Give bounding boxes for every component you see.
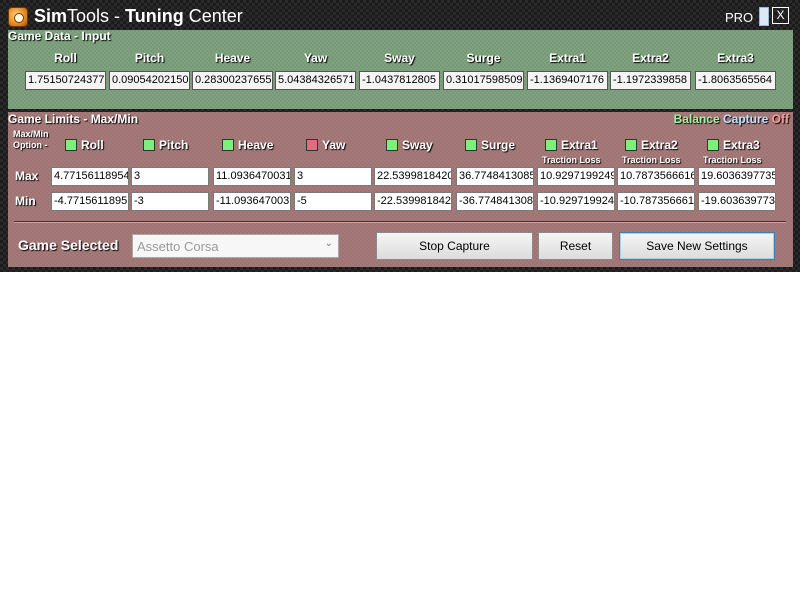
option-checkbox-yaw[interactable] [306, 139, 318, 151]
input-value-roll: 1.75150724377 [25, 71, 106, 90]
option-checkbox-pitch[interactable] [143, 139, 155, 151]
window-title: SimTools - Tuning Center [34, 6, 243, 27]
max-field-extra3[interactable]: 19.6036397735 [698, 167, 776, 186]
option-checkbox-extra3[interactable] [707, 139, 719, 151]
input-value-surge: 0.31017598509 [443, 71, 524, 90]
max-field-extra2[interactable]: 10.7873566616 [617, 167, 695, 186]
input-value-sway: -1.0437812805 [359, 71, 440, 90]
title-tools: Tools - [67, 6, 126, 26]
balance-word: Balance [673, 112, 720, 126]
off-word: Off [771, 112, 789, 126]
max-field-roll[interactable]: 4.77156118954 [51, 167, 129, 186]
input-value-heave: 0.28300237655 [192, 71, 273, 90]
option-label-extra3: Extra3 [723, 138, 760, 152]
traction-loss-label-extra2: Traction Loss [622, 155, 681, 165]
max-field-heave[interactable]: 11.0936470031 [213, 167, 291, 186]
input-value-yaw: 5.04384326571 [275, 71, 356, 90]
input-section-title: Game Data - Input [8, 29, 111, 43]
option-checkbox-surge[interactable] [465, 139, 477, 151]
input-header-heave: Heave [214, 51, 251, 65]
option-label-sway: Sway [402, 138, 433, 152]
save-new-settings-button[interactable]: Save New Settings [619, 232, 775, 260]
option-checkbox-extra1[interactable] [545, 139, 557, 151]
game-select-dropdown[interactable]: Assetto Corsa ⌄ [132, 234, 339, 258]
input-value-extra1: -1.1369407176 [527, 71, 608, 90]
option-label-extra1: Extra1 [561, 138, 598, 152]
game-selected-label: Game Selected [18, 237, 119, 253]
option-label-yaw: Yaw [322, 138, 346, 152]
traction-loss-label-extra3: Traction Loss [703, 155, 762, 165]
input-value-pitch: 0.09054202150 [109, 71, 190, 90]
title-bar: SimTools - Tuning Center PRO X [0, 0, 800, 33]
pro-label: PRO [725, 10, 754, 25]
limits-section-title: Game Limits - Max/Min [8, 112, 139, 126]
max-field-extra1[interactable]: 10.9297199249 [537, 167, 615, 186]
max-field-surge[interactable]: 36.7748413085 [456, 167, 534, 186]
balance-capture-status[interactable]: Balance Capture Off [674, 112, 789, 126]
option-checkbox-sway[interactable] [386, 139, 398, 151]
input-header-pitch: Pitch [134, 51, 165, 65]
input-header-yaw: Yaw [303, 51, 328, 65]
input-header-roll: Roll [54, 51, 77, 65]
min-field-extra3[interactable]: -19.603639773 [698, 192, 776, 211]
close-button[interactable]: X [772, 7, 789, 24]
option-label-line1: Max/Min [13, 129, 49, 139]
option-label-pitch: Pitch [159, 138, 189, 152]
tuning-center-window: SimTools - Tuning Center PRO X Game Data… [0, 0, 800, 272]
min-field-yaw[interactable]: -5 [294, 192, 372, 211]
capture-word: Capture [722, 112, 769, 126]
max-field-yaw[interactable]: 3 [294, 167, 372, 186]
input-value-extra2: -1.1972339858 [610, 71, 691, 90]
max-row-label: Max [15, 169, 39, 183]
panel-divider [14, 221, 786, 223]
input-header-extra3: Extra3 [717, 51, 754, 65]
option-label-extra2: Extra2 [641, 138, 678, 152]
min-field-heave[interactable]: -11.093647003 [213, 192, 291, 211]
max-field-pitch[interactable]: 3 [131, 167, 209, 186]
game-limits-panel: Game Limits - Max/Min Balance Capture Of… [8, 112, 793, 267]
input-value-extra3: -1.8063565564 [695, 71, 776, 90]
option-checkbox-heave[interactable] [222, 139, 234, 151]
pro-toggle[interactable] [759, 7, 769, 26]
input-header-surge: Surge [466, 51, 501, 65]
simtools-logo-icon [8, 7, 28, 27]
min-field-pitch[interactable]: -3 [131, 192, 209, 211]
option-label-line2: Option - [13, 140, 48, 150]
input-header-extra1: Extra1 [549, 51, 586, 65]
input-header-sway: Sway [384, 51, 415, 65]
title-tuning: Tuning [125, 6, 184, 26]
input-header-extra2: Extra2 [632, 51, 669, 65]
traction-loss-label-extra1: Traction Loss [542, 155, 601, 165]
reset-button[interactable]: Reset [538, 232, 613, 260]
min-field-extra1[interactable]: -10.929719924 [537, 192, 615, 211]
title-center: Center [183, 6, 243, 26]
option-label-roll: Roll [81, 138, 104, 152]
game-select-value: Assetto Corsa [137, 239, 219, 254]
stop-capture-button[interactable]: Stop Capture [376, 232, 533, 260]
option-checkbox-roll[interactable] [65, 139, 77, 151]
min-field-surge[interactable]: -36.774841308 [456, 192, 534, 211]
max-field-sway[interactable]: 22.5399818420 [374, 167, 452, 186]
min-row-label: Min [15, 194, 36, 208]
min-field-extra2[interactable]: -10.787356661 [617, 192, 695, 211]
game-data-input-panel: Game Data - Input Roll Pitch Heave Yaw S… [8, 29, 793, 109]
min-field-sway[interactable]: -22.539981842 [374, 192, 452, 211]
option-label-surge: Surge [481, 138, 516, 152]
chevron-down-icon: ⌄ [324, 238, 333, 249]
min-field-roll[interactable]: -4.7715611895 [51, 192, 129, 211]
title-sim: Sim [34, 6, 68, 26]
option-checkbox-extra2[interactable] [625, 139, 637, 151]
option-label-heave: Heave [238, 138, 274, 152]
